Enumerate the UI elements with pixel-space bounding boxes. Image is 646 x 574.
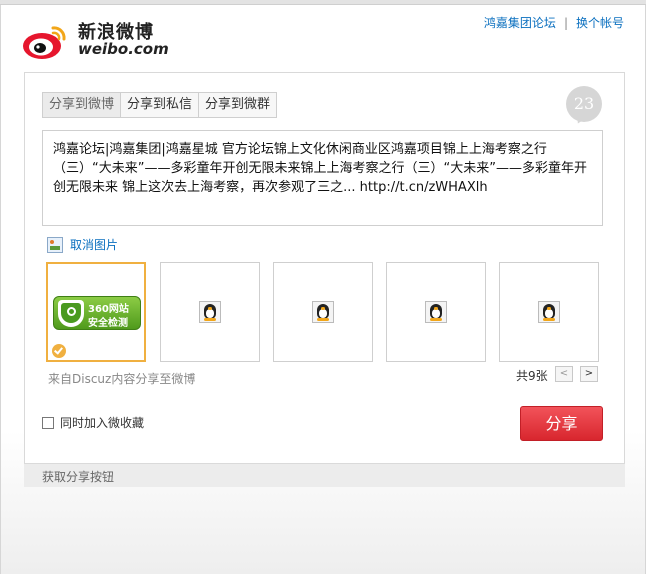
account-name-link[interactable]: 鸿嘉集团论坛: [484, 16, 556, 30]
qq-penguin-icon: [425, 301, 447, 323]
add-to-favorites-checkbox[interactable]: 同时加入微收藏: [42, 414, 144, 431]
weibo-eye-icon: [23, 26, 66, 59]
share-tabs: 分享到微博 分享到私信 分享到微群: [42, 92, 278, 118]
weibo-logo[interactable]: 新浪微博 weibo.com: [22, 16, 169, 60]
360-site-security-badge: 360网站 安全检测: [53, 296, 141, 330]
footer-bar: [24, 463, 625, 487]
previous-page-button[interactable]: <: [555, 366, 573, 382]
thumbnail-1[interactable]: 360网站 安全检测: [46, 262, 146, 362]
share-button[interactable]: 分享: [520, 406, 603, 441]
thumbnail-3[interactable]: [273, 262, 373, 362]
image-count: 共9张: [516, 369, 548, 383]
logo-domain-text: weibo.com: [78, 40, 169, 58]
checkbox-box[interactable]: [42, 416, 54, 429]
source-note: 来自Discuz内容分享至微博: [48, 372, 196, 386]
cancel-image-label: 取消图片: [70, 238, 119, 252]
badge-line2: 安全检测: [88, 318, 128, 329]
next-page-button[interactable]: >: [580, 366, 598, 382]
thumbnail-2[interactable]: [160, 262, 260, 362]
shield-icon: [58, 300, 84, 327]
qq-penguin-icon: [312, 301, 334, 323]
qq-penguin-icon: [199, 301, 221, 323]
tab-share-to-private-message[interactable]: 分享到私信: [121, 92, 200, 118]
tab-share-to-weibo[interactable]: 分享到微博: [42, 92, 122, 118]
cancel-image-button[interactable]: 取消图片: [47, 236, 118, 253]
account-links: 鸿嘉集团论坛 | 换个帐号: [484, 14, 624, 31]
thumbnail-4[interactable]: [386, 262, 486, 362]
badge-line1: 360网站: [88, 304, 129, 315]
remaining-char-counter: 23: [566, 86, 602, 122]
tab-share-to-group[interactable]: 分享到微群: [199, 92, 278, 118]
qq-penguin-icon: [538, 301, 560, 323]
picture-icon: [47, 236, 63, 253]
add-to-favorites-label: 同时加入微收藏: [60, 416, 145, 430]
get-share-button-link[interactable]: 获取分享按钮: [42, 468, 114, 485]
share-text-input[interactable]: 鸿嘉论坛|鸿嘉集团|鸿嘉星城 官方论坛锦上文化休闲商业区鸿嘉项目锦上上海考察之行…: [42, 130, 603, 226]
separator: |: [563, 16, 568, 30]
window-top-bar: [0, 0, 646, 5]
selected-check-icon: [52, 344, 66, 358]
switch-account-link[interactable]: 换个帐号: [576, 16, 624, 30]
thumbnail-5[interactable]: [499, 262, 599, 362]
